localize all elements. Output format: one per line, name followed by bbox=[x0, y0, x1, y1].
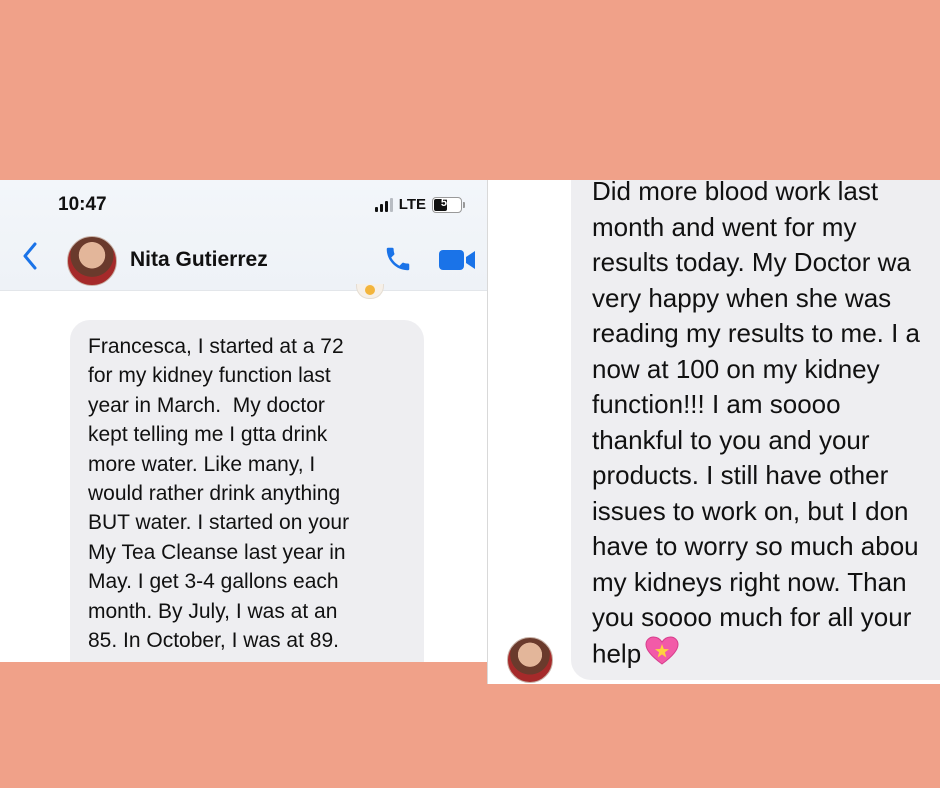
message-line: more water. Like many, I bbox=[88, 452, 316, 476]
contact-avatar[interactable] bbox=[67, 236, 117, 286]
message-line: you soooo much for all your bbox=[592, 602, 912, 632]
message-line: very happy when she was bbox=[592, 282, 892, 313]
message-bubble: Francesca, I started at a 72 for my kidn… bbox=[70, 320, 424, 662]
message-line-last: help bbox=[592, 635, 940, 676]
message-line: Francesca, I started at a 72 bbox=[88, 335, 344, 358]
message-line: my kidneys right now. Than bbox=[592, 566, 907, 597]
message-line: function!!! I am soooo bbox=[592, 389, 841, 419]
right-screenshot: Did more blood work last month and went … bbox=[487, 180, 940, 684]
message-line: help bbox=[592, 638, 642, 669]
video-camera-icon[interactable] bbox=[438, 248, 476, 277]
message-line: Did more blood work last bbox=[592, 180, 879, 206]
contact-name[interactable]: Nita Gutierrez bbox=[130, 248, 268, 272]
message-line: products. I still have other bbox=[592, 460, 889, 490]
message-line: year in March. My doctor bbox=[88, 393, 325, 417]
status-indicators: LTE 55 bbox=[374, 196, 465, 213]
contact-avatar[interactable] bbox=[507, 637, 553, 683]
phone-icon[interactable] bbox=[383, 244, 413, 279]
message-line: My Tea Cleanse last year in bbox=[88, 540, 346, 564]
reaction-emoji-icon bbox=[356, 284, 384, 299]
conversation-header: 10:47 LTE 55 Nita Gutierrez bbox=[0, 180, 487, 291]
message-line: issues to work on, but I don bbox=[592, 495, 909, 526]
back-chevron-icon[interactable] bbox=[22, 242, 38, 275]
message-line: 85. In October, I was at 89. bbox=[88, 629, 339, 653]
message-line: thankful to you and your bbox=[592, 424, 870, 455]
sparkling-heart-icon bbox=[645, 635, 679, 676]
battery-percent: 55 bbox=[440, 196, 454, 209]
message-line: reading my results to me. I a bbox=[592, 318, 921, 348]
message-line: results today. My Doctor wa bbox=[592, 247, 911, 277]
message-line: month and went for my bbox=[592, 211, 857, 242]
message-bubble: Did more blood work last month and went … bbox=[571, 180, 940, 680]
message-line: kept telling me I gtta drink bbox=[88, 423, 328, 447]
message-line: now at 100 on my kidney bbox=[592, 353, 880, 384]
message-line: BUT water. I started on your bbox=[88, 511, 350, 535]
message-line: for my kidney function last bbox=[88, 364, 331, 388]
left-screenshot: 10:47 LTE 55 Nita Gutierrez Francesca, I… bbox=[0, 180, 487, 662]
message-line: month. By July, I was at an bbox=[88, 599, 338, 623]
signal-icon bbox=[374, 197, 393, 212]
status-time: 10:47 bbox=[58, 194, 107, 215]
message-line: have to worry so much abou bbox=[592, 531, 919, 561]
message-line: would rather drink anything bbox=[88, 482, 341, 506]
message-line: May. I get 3-4 gallons each bbox=[88, 570, 339, 594]
network-label: LTE bbox=[398, 196, 426, 213]
battery-icon: 55 bbox=[432, 196, 462, 213]
